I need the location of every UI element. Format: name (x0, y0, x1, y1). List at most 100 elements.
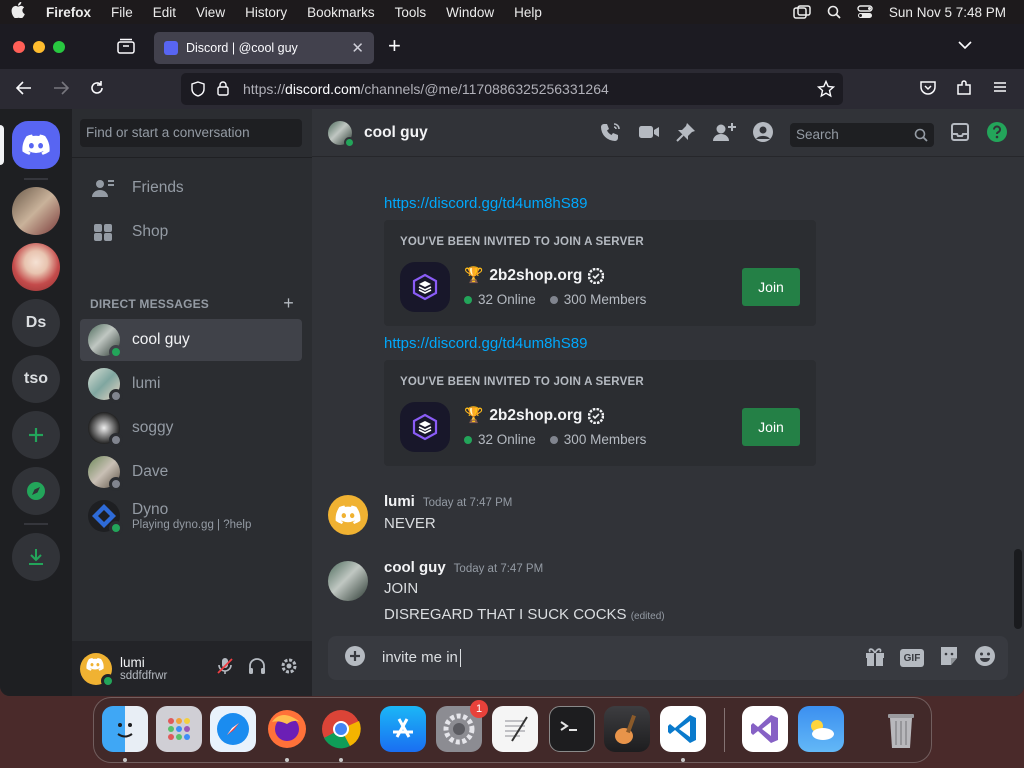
server-icon[interactable] (400, 402, 450, 452)
dm-item-soggy[interactable]: soggy (80, 407, 302, 449)
system-settings-icon[interactable]: 1 (436, 700, 488, 752)
add-friends-to-dm-icon[interactable] (712, 122, 736, 147)
voice-call-icon[interactable] (600, 122, 622, 147)
server-tso[interactable]: tso (12, 355, 60, 403)
forward-arrow-icon[interactable] (52, 79, 70, 102)
textedit-icon[interactable] (492, 706, 538, 752)
pinned-messages-icon[interactable] (676, 122, 696, 147)
message-author[interactable]: cool guy (384, 559, 446, 576)
close-window-button[interactable] (13, 40, 25, 53)
menu-bookmarks[interactable]: Bookmarks (297, 5, 385, 20)
menu-history[interactable]: History (235, 5, 297, 20)
server-icon[interactable] (400, 262, 450, 312)
dm-item-lumi[interactable]: lumi (80, 363, 302, 405)
invite-link[interactable]: https://discord.gg/td4um8hS89 (384, 195, 587, 212)
message-composer[interactable]: invite me in GIF (328, 636, 1008, 680)
dm-item-cool-guy[interactable]: cool guy (80, 319, 302, 361)
chrome-icon[interactable] (318, 706, 364, 752)
app-store-icon[interactable] (380, 706, 426, 752)
message-avatar[interactable] (328, 495, 368, 535)
tracking-shield-icon[interactable] (191, 81, 205, 100)
control-center-icon[interactable] (857, 5, 873, 19)
server-name[interactable]: 2b2shop.org (489, 407, 582, 425)
bookmark-star-icon[interactable] (816, 79, 836, 101)
new-tab-button[interactable]: + (388, 33, 401, 59)
menu-tools[interactable]: Tools (385, 5, 437, 20)
firefox-app-icon[interactable] (264, 706, 310, 752)
sticker-icon[interactable] (938, 645, 960, 672)
message-input[interactable]: invite me in (382, 649, 461, 668)
tab-discord[interactable]: Discord | @cool guy ✕ (154, 32, 374, 64)
launchpad-icon[interactable] (156, 706, 202, 752)
menu-help[interactable]: Help (504, 5, 552, 20)
menu-window[interactable]: Window (436, 5, 504, 20)
terminal-icon[interactable] (549, 706, 595, 752)
menu-file[interactable]: File (101, 5, 143, 20)
sidebar-item-shop[interactable]: Shop (80, 211, 302, 253)
pocket-icon[interactable] (919, 79, 937, 102)
help-icon[interactable] (986, 121, 1008, 148)
firefox-view-icon[interactable] (117, 38, 135, 59)
inbox-icon[interactable] (950, 122, 970, 147)
app-menu-icon[interactable] (992, 79, 1008, 100)
gif-picker-button[interactable]: GIF (900, 649, 924, 667)
screen-mirroring-icon[interactable] (793, 5, 811, 19)
dm-item-dave[interactable]: Dave (80, 451, 302, 493)
server-ds[interactable]: Ds (12, 299, 60, 347)
chat-title[interactable]: cool guy (364, 124, 428, 142)
extensions-icon[interactable] (955, 79, 973, 102)
server-avatar-2[interactable] (12, 243, 60, 291)
lock-icon[interactable] (217, 81, 229, 99)
running-indicator (123, 758, 127, 762)
apple-icon[interactable] (0, 1, 36, 22)
user-settings-gear-icon[interactable] (280, 657, 298, 680)
finder-icon[interactable] (102, 706, 148, 752)
direct-messages-home-button[interactable] (12, 121, 60, 169)
user-avatar[interactable] (80, 652, 115, 688)
mute-microphone-icon[interactable] (216, 657, 234, 680)
create-dm-plus-icon[interactable]: + (283, 294, 294, 312)
find-conversation-button[interactable]: Find or start a conversation (80, 119, 302, 147)
menu-app-name[interactable]: Firefox (36, 5, 101, 20)
online-status-icon (109, 521, 123, 535)
join-button[interactable]: Join (742, 268, 800, 306)
video-call-icon[interactable] (638, 124, 660, 145)
zoom-window-button[interactable] (53, 40, 65, 53)
back-arrow-icon[interactable] (15, 79, 33, 102)
weather-icon[interactable] (798, 706, 844, 752)
emoji-icon[interactable] (974, 645, 996, 672)
safari-icon[interactable] (210, 706, 256, 752)
chat-scrollbar[interactable] (1014, 549, 1022, 629)
user-profile-icon[interactable] (752, 121, 774, 148)
url-bar[interactable]: https://discord.com/channels/@me/1170886… (181, 73, 843, 105)
menu-view[interactable]: View (186, 5, 235, 20)
trash-icon[interactable] (878, 706, 924, 752)
list-all-tabs-icon[interactable] (958, 37, 972, 55)
menu-edit[interactable]: Edit (143, 5, 186, 20)
garageband-icon[interactable] (604, 706, 650, 752)
online-count: 32 Online (478, 432, 536, 447)
message-author[interactable]: lumi (384, 493, 415, 510)
close-tab-icon[interactable]: ✕ (351, 39, 364, 57)
menubar-clock[interactable]: Sun Nov 5 7:48 PM (889, 5, 1006, 20)
upload-plus-icon[interactable] (344, 645, 366, 672)
add-server-button[interactable] (12, 411, 60, 459)
visual-studio-icon[interactable] (742, 706, 788, 752)
message-avatar[interactable] (328, 561, 368, 601)
chat-search-input[interactable]: Search (790, 122, 934, 147)
explore-servers-button[interactable] (12, 467, 60, 515)
vscode-icon[interactable] (660, 706, 706, 752)
server-name[interactable]: 2b2shop.org (489, 267, 582, 285)
server-avatar-1[interactable] (12, 187, 60, 235)
reload-icon[interactable] (88, 79, 106, 102)
invite-link[interactable]: https://discord.gg/td4um8hS89 (384, 335, 587, 352)
minimize-window-button[interactable] (33, 40, 45, 53)
sidebar-item-friends[interactable]: Friends (80, 167, 302, 209)
spotlight-search-icon[interactable] (827, 5, 841, 19)
join-button[interactable]: Join (742, 408, 800, 446)
deafen-headphones-icon[interactable] (248, 657, 266, 680)
gift-icon[interactable] (864, 645, 886, 672)
dm-item-dyno[interactable]: Dyno Playing dyno.gg | ?help (80, 495, 302, 537)
download-apps-button[interactable] (12, 533, 60, 581)
shop-icon (94, 224, 112, 241)
